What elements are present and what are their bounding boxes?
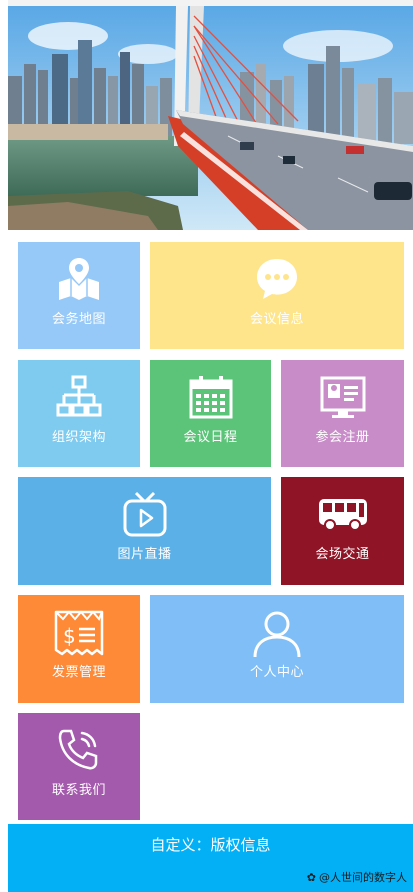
tile-venue-map[interactable]: 会务地图 — [18, 242, 140, 349]
tile-label: 联系我们 — [51, 783, 106, 798]
tile-label: 会务地图 — [51, 312, 106, 327]
tile-contact[interactable]: 联系我们 — [18, 713, 140, 820]
tv-play-icon — [18, 491, 271, 539]
watermark: ✿ @人世间的数字人 — [307, 869, 407, 885]
tile-label: 会场交通 — [315, 547, 370, 562]
calendar-icon — [150, 374, 271, 420]
tile-label: 会议信息 — [249, 312, 304, 327]
tile-label: 个人中心 — [249, 665, 304, 680]
tile-label: 图片直播 — [117, 547, 172, 562]
org-chart-icon — [18, 374, 140, 420]
map-icon — [18, 256, 140, 302]
phone-icon — [18, 727, 140, 773]
flower-icon: ✿ — [306, 870, 316, 884]
app-screen: 会务地图 会议信息 组织架构 会议日程 参会注册 图片直播 会场交通 $ 发票管… — [0, 0, 413, 892]
tile-label: 参会注册 — [315, 430, 370, 445]
svg-text:$: $ — [63, 624, 76, 648]
user-icon — [150, 609, 404, 659]
watermark-text: @人世间的数字人 — [319, 871, 407, 884]
tile-invoice[interactable]: $ 发票管理 — [18, 595, 140, 703]
invoice-icon: $ — [18, 609, 140, 657]
tile-transport[interactable]: 会场交通 — [281, 477, 404, 585]
chat-bubble-icon — [150, 256, 404, 302]
tile-label: 发票管理 — [51, 665, 106, 680]
tile-photo-live[interactable]: 图片直播 — [18, 477, 271, 585]
tile-registration[interactable]: 参会注册 — [281, 360, 404, 467]
tile-profile[interactable]: 个人中心 — [150, 595, 404, 703]
tile-meeting-info[interactable]: 会议信息 — [150, 242, 404, 349]
tile-agenda[interactable]: 会议日程 — [150, 360, 271, 467]
bus-icon — [281, 491, 404, 537]
banner-image — [8, 6, 413, 230]
id-card-icon — [281, 374, 404, 420]
tile-label: 会议日程 — [183, 430, 238, 445]
footer-copyright: 自定义：版权信息 — [8, 824, 413, 868]
tile-organization[interactable]: 组织架构 — [18, 360, 140, 467]
tile-label: 组织架构 — [51, 430, 106, 445]
